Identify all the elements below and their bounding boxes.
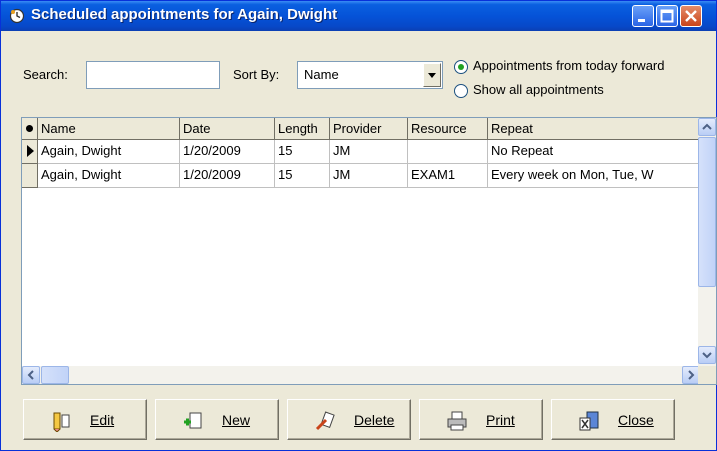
delete-button-label: Delete (354, 412, 395, 428)
table-cell-date[interactable]: 1/20/2009 (180, 140, 275, 164)
column-header-name[interactable]: Name (38, 118, 180, 140)
clock-app-icon (9, 8, 25, 24)
appointments-window: Scheduled appointments for Again, Dwight… (0, 0, 717, 451)
column-header-resource[interactable]: Resource (408, 118, 488, 140)
row-selector-header-icon (22, 118, 38, 140)
new-document-icon (184, 412, 202, 429)
column-header-date[interactable]: Date (180, 118, 275, 140)
current-row-indicator-icon[interactable] (22, 140, 38, 164)
table-cell-resource[interactable]: EXAM1 (408, 164, 488, 188)
sortby-select[interactable]: Name (297, 61, 443, 89)
radio-today-forward-label[interactable]: Appointments from today forward (473, 58, 664, 73)
new-button-label: New (222, 412, 251, 428)
appointments-grid: Name Date Length Provider Resource Repea… (21, 117, 717, 385)
column-header-provider[interactable]: Provider (330, 118, 408, 140)
table-cell-repeat[interactable]: Every week on Mon, Tue, W (488, 164, 700, 188)
edit-pencil-icon (53, 412, 70, 432)
chevron-left-icon (27, 370, 34, 380)
close-button[interactable]: Close (551, 399, 675, 440)
sortby-value: Name (304, 67, 339, 82)
table-cell-name[interactable]: Again, Dwight (38, 140, 180, 164)
close-door-icon (579, 411, 599, 431)
edit-button[interactable]: Edit (23, 399, 147, 440)
close-icon (685, 10, 697, 22)
print-button-label: Print (486, 412, 515, 428)
printer-icon (447, 411, 467, 431)
delete-icon (315, 411, 335, 431)
chevron-up-icon (702, 123, 712, 130)
window-title: Scheduled appointments for Again, Dwight (31, 6, 338, 23)
scroll-down-button[interactable] (698, 346, 716, 364)
search-input[interactable] (86, 61, 220, 89)
table-cell-repeat[interactable]: No Repeat (488, 140, 700, 164)
column-header-repeat[interactable]: Repeat (488, 118, 700, 140)
scroll-left-button[interactable] (22, 366, 40, 384)
chevron-right-icon (688, 370, 695, 380)
search-label: Search: (23, 67, 68, 82)
new-button[interactable]: New (155, 399, 279, 440)
delete-button[interactable]: Delete (287, 399, 411, 440)
chevron-down-icon (702, 352, 712, 359)
close-button-label: Close (618, 412, 654, 428)
radio-show-all-label[interactable]: Show all appointments (473, 82, 604, 97)
scroll-corner (698, 366, 716, 384)
sortby-label: Sort By: (233, 67, 280, 82)
table-cell-name[interactable]: Again, Dwight (38, 164, 180, 188)
print-button[interactable]: Print (419, 399, 543, 440)
horizontal-scroll-thumb[interactable] (41, 366, 69, 384)
table-cell-provider[interactable]: JM (330, 164, 408, 188)
edit-button-label: Edit (90, 412, 115, 428)
horizontal-scrollbar[interactable] (22, 366, 700, 384)
table-cell-resource[interactable] (408, 140, 488, 164)
dropdown-arrow-icon[interactable] (423, 63, 441, 87)
title-bar[interactable]: Scheduled appointments for Again, Dwight (1, 1, 716, 31)
row-selector[interactable] (22, 164, 38, 188)
table-cell-length[interactable]: 15 (275, 164, 330, 188)
maximize-button[interactable] (656, 5, 678, 27)
maximize-icon (660, 9, 674, 23)
radio-show-all[interactable] (454, 84, 468, 98)
table-cell-provider[interactable]: JM (330, 140, 408, 164)
minimize-button[interactable] (632, 5, 654, 27)
scroll-up-button[interactable] (698, 118, 716, 136)
vertical-scroll-thumb[interactable] (698, 137, 716, 287)
column-header-length[interactable]: Length (275, 118, 330, 140)
close-window-button[interactable] (680, 5, 702, 27)
minimize-icon (638, 19, 645, 22)
table-cell-length[interactable]: 15 (275, 140, 330, 164)
table-cell-date[interactable]: 1/20/2009 (180, 164, 275, 188)
radio-today-forward[interactable] (454, 60, 468, 74)
vertical-scrollbar[interactable] (698, 118, 716, 368)
